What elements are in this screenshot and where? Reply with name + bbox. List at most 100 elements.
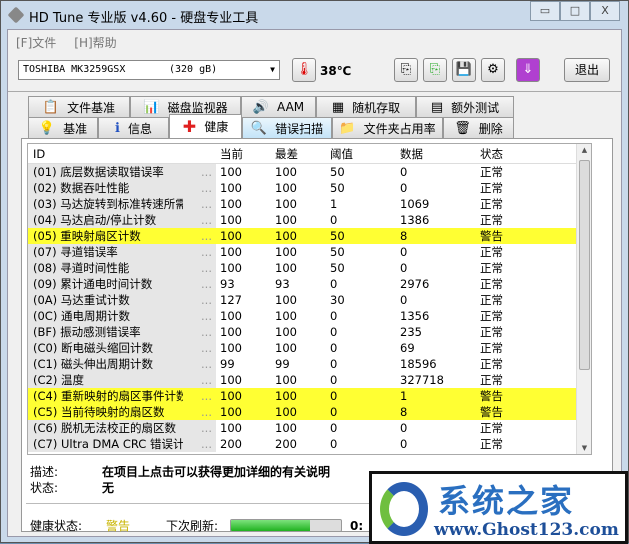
ellipsis: ... xyxy=(201,197,212,211)
ellipsis: ... xyxy=(201,389,212,403)
table-row[interactable]: (C5) 当前待映射的扇区数... 100 100 0 8 警告 xyxy=(28,404,591,420)
tab-aam[interactable]: 🔊 AAM xyxy=(241,96,316,117)
table-row[interactable]: (C0) 断电磁头缩回计数... 100 100 0 69 正常 xyxy=(28,340,591,356)
table-row[interactable]: (01) 底层数据读取错误率... 100 100 50 0 正常 xyxy=(28,164,591,180)
logo-ring-icon xyxy=(380,482,428,536)
attribute-name: (C0) 断电磁头缩回计数 xyxy=(33,341,153,355)
table-row[interactable]: (C6) 脱机无法校正的扇区数... 100 100 0 0 正常 xyxy=(28,420,591,436)
cell-worst: 100 xyxy=(275,181,297,195)
cell-current: 100 xyxy=(220,373,242,387)
table-row[interactable]: (05) 重映射扇区计数... 100 100 50 8 警告 xyxy=(28,228,591,244)
column-header-threshold[interactable]: 阈值 xyxy=(330,144,400,163)
drive-capacity: (320 gB) xyxy=(169,64,218,75)
description-value: 在项目上点击可以获得更加详细的有关说明 xyxy=(102,465,331,479)
arrow-down-icon: ⇓ xyxy=(522,62,534,77)
attribute-name: (07) 寻道错误率 xyxy=(33,245,118,259)
status-label: 状态: xyxy=(30,481,59,495)
table-row[interactable]: (C7) Ultra DMA CRC 错误计数... 200 200 0 0 正常 xyxy=(28,436,591,452)
table-row[interactable]: (C2) 温度... 100 100 0 327718 正常 xyxy=(28,372,591,388)
column-header-id[interactable]: ID xyxy=(28,144,220,163)
tab-extra-tests[interactable]: ▤ 额外测试 xyxy=(416,96,514,117)
cell-data: 235 xyxy=(400,325,422,339)
table-row[interactable]: (BF) 振动感测错误率... 100 100 0 235 正常 xyxy=(28,324,591,340)
copy-info-button[interactable]: ⎘ xyxy=(394,58,418,82)
attribute-name: (C1) 磁头伸出周期计数 xyxy=(33,357,153,371)
tab-folder-usage[interactable]: 📁 文件夹占用率 xyxy=(332,117,443,138)
table-row[interactable]: (04) 马达启动/停止计数... 100 100 0 1386 正常 xyxy=(28,212,591,228)
ellipsis: ... xyxy=(201,293,212,307)
download-button[interactable]: ⇓ xyxy=(516,58,540,82)
cell-threshold: 0 xyxy=(330,421,338,435)
column-header-data[interactable]: 数据 xyxy=(400,144,480,163)
cell-data: 327718 xyxy=(400,373,444,387)
table-row[interactable]: (0C) 通电周期计数... 100 100 0 1356 正常 xyxy=(28,308,591,324)
table-row[interactable]: (C4) 重新映射的扇区事件计数... 100 100 0 1 警告 xyxy=(28,388,591,404)
cell-id: (0C) 通电周期计数... xyxy=(28,308,216,324)
cell-id: (01) 底层数据读取错误率... xyxy=(28,164,216,180)
cell-status: 正常 xyxy=(480,309,503,323)
copy-all-button[interactable]: ⎘ xyxy=(423,58,447,82)
table-row[interactable]: (02) 数据吞吐性能... 100 100 50 0 正常 xyxy=(28,180,591,196)
cell-worst: 100 xyxy=(275,213,297,227)
health-status-label: 健康状态: xyxy=(30,519,83,533)
tab-error-scan[interactable]: 🔍 错误扫描 xyxy=(242,117,332,138)
details-section: 描述: 在项目上点击可以获得更加详细的有关说明 状态: 无 xyxy=(30,463,330,495)
ellipsis: ... xyxy=(201,405,212,419)
smart-table: ID 当前 最差 阈值 数据 状态 (01) 底层数据读取错误率... 100 10… xyxy=(27,143,592,455)
speaker-icon: 🔊 xyxy=(252,99,270,115)
extra-tests-icon: ▤ xyxy=(430,99,444,115)
menu-file[interactable]: [F]文件 xyxy=(16,34,56,51)
ellipsis: ... xyxy=(201,309,212,323)
ellipsis: ... xyxy=(201,181,212,195)
tab-erase[interactable]: 🗑 删除 xyxy=(443,117,514,138)
column-header-current[interactable]: 当前 xyxy=(220,144,275,163)
cell-data: 0 xyxy=(400,181,408,195)
attribute-name: (C2) 温度 xyxy=(33,373,84,387)
scrollbar-thumb[interactable] xyxy=(579,160,590,370)
attribute-name: (C6) 脱机无法校正的扇区数 xyxy=(33,421,176,435)
close-button[interactable]: X xyxy=(590,1,620,21)
table-row[interactable]: (0A) 马达重试计数... 127 100 30 0 正常 xyxy=(28,292,591,308)
cell-worst: 99 xyxy=(275,357,290,371)
chevron-down-icon[interactable]: ▼ xyxy=(270,61,275,79)
tab-health[interactable]: ✚ 健康 xyxy=(169,114,242,138)
app-icon xyxy=(7,6,25,24)
table-row[interactable]: (07) 寻道错误率... 100 100 50 0 正常 xyxy=(28,244,591,260)
cell-id: (0A) 马达重试计数... xyxy=(28,292,216,308)
cell-current: 100 xyxy=(220,213,242,227)
column-header-status[interactable]: 状态 xyxy=(480,144,540,163)
table-row[interactable]: (C1) 磁头伸出周期计数... 99 99 0 18596 正常 xyxy=(28,356,591,372)
drive-select[interactable]: TOSHIBA MK3259GSX (320 gB) ▼ xyxy=(18,60,280,80)
cell-id: (C4) 重新映射的扇区事件计数... xyxy=(28,388,216,404)
minimize-button[interactable]: ▭ xyxy=(530,1,560,21)
scroll-up-icon[interactable]: ▲ xyxy=(577,146,591,154)
options-button[interactable]: ⚙ xyxy=(481,58,505,82)
save-button[interactable]: 💾 xyxy=(452,58,476,82)
tab-label: AAM xyxy=(277,100,305,114)
cell-status: 正常 xyxy=(480,293,503,307)
table-row[interactable]: (08) 寻道时间性能... 100 100 50 0 正常 xyxy=(28,260,591,276)
menu-help[interactable]: [H]帮助 xyxy=(74,34,116,51)
tab-random-access[interactable]: ▦ 随机存取 xyxy=(316,96,416,117)
attribute-name: (0C) 通电周期计数 xyxy=(33,309,130,323)
cell-threshold: 0 xyxy=(330,277,338,291)
attribute-name: (BF) 振动感测错误率 xyxy=(33,325,141,339)
maximize-button[interactable]: □ xyxy=(560,1,590,21)
exit-button[interactable]: 退出 xyxy=(564,58,610,82)
scroll-down-icon[interactable]: ▼ xyxy=(577,444,591,452)
window-title: HD Tune 专业版 v4.60 - 硬盘专业工具 xyxy=(29,11,259,26)
divider xyxy=(8,91,621,92)
vertical-scrollbar[interactable]: ▲ ▼ xyxy=(576,144,591,454)
tab-benchmark[interactable]: 💡 基准 xyxy=(28,117,98,138)
client-area: [F]文件 [H]帮助 TOSHIBA MK3259GSX (320 gB) ▼… xyxy=(7,29,622,537)
attribute-name: (C4) 重新映射的扇区事件计数 xyxy=(33,389,183,403)
table-row[interactable]: (09) 累计通电时间计数... 93 93 0 2976 正常 xyxy=(28,276,591,292)
cell-threshold: 0 xyxy=(330,213,338,227)
table-row[interactable]: (03) 马达旋转到标准转速所需... 100 100 1 1069 正常 xyxy=(28,196,591,212)
copy-green-icon: ⎘ xyxy=(429,62,441,77)
folder-icon: 📁 xyxy=(339,120,356,136)
column-header-worst[interactable]: 最差 xyxy=(275,144,330,163)
tab-info[interactable]: ℹ 信息 xyxy=(98,117,169,138)
cell-data: 2976 xyxy=(400,277,430,291)
tab-file-benchmark[interactable]: 📋 文件基准 xyxy=(28,96,130,117)
